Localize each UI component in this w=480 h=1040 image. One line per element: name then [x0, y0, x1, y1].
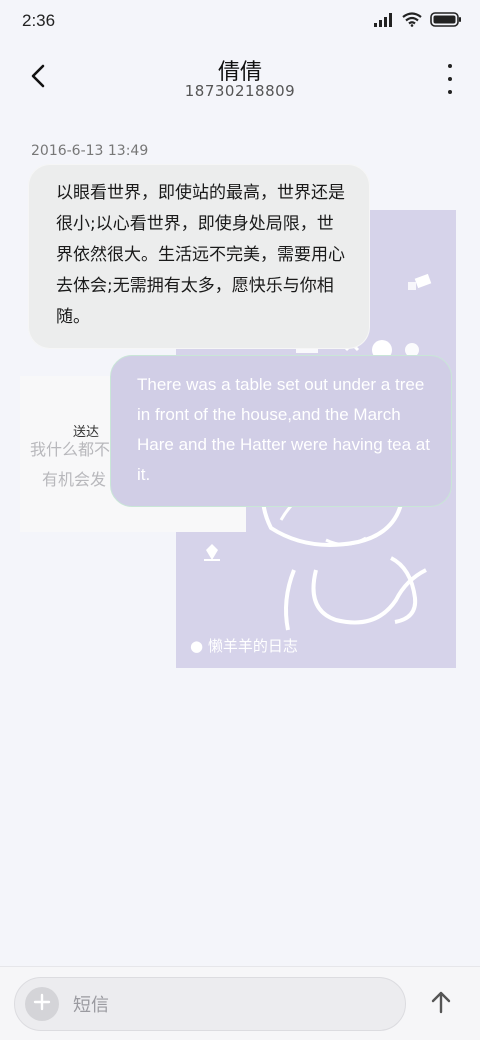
- note-line-2: 有机会发: [42, 470, 107, 489]
- send-arrow-up-icon: [430, 990, 452, 1018]
- signal-icon: [374, 12, 394, 31]
- send-button[interactable]: [426, 989, 456, 1019]
- message-input-container: [14, 977, 406, 1031]
- status-time: 2:36: [22, 11, 56, 30]
- add-attachment-button[interactable]: [25, 987, 59, 1021]
- delivery-status: 送达: [73, 425, 100, 440]
- conversation-screen: 2:36 倩倩 18730218809 2016-6-13 13:49 ● 懒羊…: [0, 0, 480, 1040]
- incoming-message-bubble[interactable]: 以眼看世界，即使站的最高，世界还是很小;以心看世界，即使身处局限，世界依然很大。…: [28, 164, 370, 349]
- more-options-button[interactable]: [444, 64, 456, 94]
- more-vertical-icon: [448, 64, 452, 68]
- contact-number: 18730218809: [184, 82, 296, 100]
- status-icons: [374, 12, 462, 31]
- picture-caption: ● 懒羊羊的日志: [190, 637, 298, 655]
- wifi-icon: [402, 12, 422, 31]
- conversation-header: 倩倩 18730218809: [0, 48, 480, 108]
- plus-icon: [33, 993, 51, 1015]
- status-bar: 2:36: [0, 0, 480, 42]
- outgoing-message-bubble[interactable]: There was a table set out under a tree i…: [110, 355, 452, 507]
- battery-icon: [430, 12, 462, 31]
- message-timestamp: 2016-6-13 13:49: [31, 143, 149, 159]
- composer-bar: [0, 966, 480, 1040]
- sms-input[interactable]: [71, 984, 395, 1026]
